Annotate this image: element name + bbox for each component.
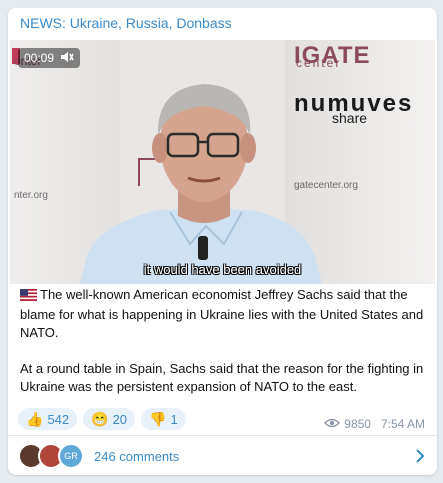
reaction-thumbs-down[interactable]: 👎 1 xyxy=(141,408,186,430)
eye-icon xyxy=(324,417,341,431)
thumbs-down-icon: 👎 xyxy=(149,410,167,427)
avatar: GR xyxy=(58,443,84,469)
channel-title[interactable]: NEWS: Ukraine, Russia, Donbass xyxy=(20,15,232,31)
brand-watermark-sub: share xyxy=(332,110,368,126)
message-text: The well-known American economist Jeffre… xyxy=(20,286,425,414)
video-subtitle: it would have been avoided xyxy=(143,262,302,277)
message-meta: 9850 7:54 AM xyxy=(324,417,425,431)
commenter-avatars: GR xyxy=(18,443,88,469)
message-card: NEWS: Ukraine, Russia, Donbass enter IGA… xyxy=(8,8,437,475)
chevron-right-icon xyxy=(415,448,425,469)
comments-button[interactable]: GR 246 comments xyxy=(8,437,437,475)
divider xyxy=(8,435,437,436)
reaction-count: 1 xyxy=(170,411,178,427)
thumbs-up-icon: 👍 xyxy=(26,410,44,427)
reaction-count: 542 xyxy=(47,411,70,427)
view-count: 9850 xyxy=(344,417,371,431)
video-time: 00:09 xyxy=(24,51,55,65)
reactions: 👍 542 😁 20 👎 1 xyxy=(18,408,186,430)
message-time: 7:54 AM xyxy=(380,417,425,431)
speaker-icon[interactable] xyxy=(60,51,74,66)
reaction-grin[interactable]: 😁 20 xyxy=(83,408,136,430)
paragraph-2: At a round table in Spain, Sachs said th… xyxy=(20,361,424,394)
paragraph-1-text: The well-known American economist Jeffre… xyxy=(20,287,424,340)
video-time-badge[interactable]: 00:09 xyxy=(18,48,81,68)
comments-label: 246 comments xyxy=(94,448,180,464)
us-flag-icon xyxy=(20,288,37,306)
video-player[interactable]: enter IGATE center nter.org gatecenter.o… xyxy=(10,40,435,284)
paragraph-1: The well-known American economist Jeffre… xyxy=(20,286,425,342)
speaker-figure xyxy=(80,84,322,284)
reaction-thumbs-up[interactable]: 👍 542 xyxy=(18,408,78,430)
reaction-count: 20 xyxy=(112,411,128,427)
grin-icon: 😁 xyxy=(91,410,109,427)
